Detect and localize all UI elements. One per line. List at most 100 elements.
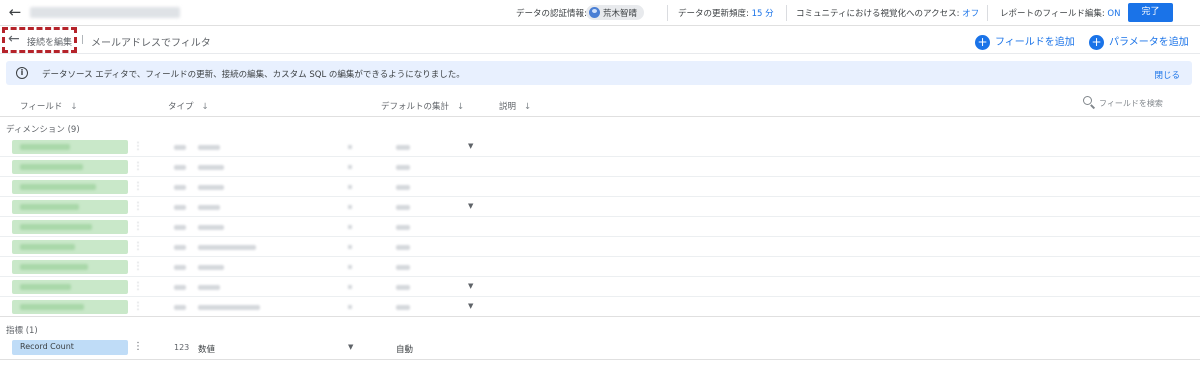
done-button[interactable]: 完了 <box>1128 3 1173 22</box>
column-header-field-label: フィールド <box>20 102 63 112</box>
type-dropdown-caret-icon[interactable] <box>348 145 352 149</box>
aggregation-value-blurred[interactable] <box>396 145 410 150</box>
more-vert-icon[interactable]: ⋮ <box>133 261 143 273</box>
aggregation-value-blurred[interactable] <box>396 265 410 270</box>
back-arrow-icon[interactable]: ← <box>6 3 24 21</box>
more-vert-icon[interactable]: ⋮ <box>133 221 143 233</box>
dimension-row[interactable]: ⋮ <box>0 237 1200 257</box>
dimension-row[interactable]: ⋮ <box>0 157 1200 177</box>
more-vert-icon[interactable]: ⋮ <box>133 341 143 353</box>
field-search-input[interactable] <box>1099 96 1189 110</box>
aggregation-dropdown-caret-icon[interactable]: ▼ <box>468 302 473 310</box>
add-field-button[interactable]: + フィールドを追加 <box>975 33 1075 50</box>
column-header-type[interactable]: タイプ ↓ <box>168 100 209 112</box>
credentials-chip[interactable]: 荒木智晴 <box>586 5 644 20</box>
aggregation-value-blurred[interactable] <box>396 305 410 310</box>
banner-close-link[interactable]: 閉じる <box>1154 69 1180 81</box>
more-vert-icon[interactable]: ⋮ <box>133 241 143 253</box>
credentials-user: 荒木智晴 <box>603 9 638 19</box>
plus-circle-icon: + <box>975 34 990 50</box>
aggregation-value-blurred[interactable] <box>396 165 410 170</box>
search-icon[interactable] <box>1083 96 1095 108</box>
type-icon-blurred <box>174 145 186 150</box>
column-header-description[interactable]: 説明 ↓ <box>499 100 531 112</box>
type-dropdown-caret-icon[interactable] <box>348 265 352 269</box>
field-name-blurred <box>20 304 84 310</box>
more-vert-icon[interactable]: ⋮ <box>133 141 143 153</box>
dimension-row[interactable]: ⋮ <box>0 257 1200 277</box>
type-value-blurred[interactable] <box>198 185 224 190</box>
type-dropdown-caret-icon[interactable] <box>348 225 352 229</box>
aggregation-value-blurred[interactable] <box>396 285 410 290</box>
metric-field-pill[interactable]: Record Count <box>12 340 128 355</box>
aggregation-value-blurred[interactable] <box>396 225 410 230</box>
type-dropdown-caret-icon[interactable] <box>348 285 352 289</box>
dimension-field-pill[interactable] <box>12 240 128 254</box>
community-access-label: コミュニティにおける視覚化へのアクセス: <box>796 9 960 19</box>
type-dropdown-caret-icon[interactable] <box>348 245 352 249</box>
type-value-blurred[interactable] <box>198 145 220 150</box>
column-header-default-aggregation[interactable]: デフォルトの集計 ↓ <box>381 100 464 112</box>
dimension-row[interactable]: ⋮ ▼ <box>0 137 1200 157</box>
type-value-blurred[interactable] <box>198 205 220 210</box>
dimension-field-pill[interactable] <box>12 220 128 234</box>
type-dropdown-caret-icon[interactable] <box>348 205 352 209</box>
aggregation-dropdown-caret-icon[interactable]: ▼ <box>468 202 473 210</box>
type-value-blurred[interactable] <box>198 165 224 170</box>
type-value-blurred[interactable] <box>198 225 224 230</box>
report-field-edit-value[interactable]: ON <box>1107 9 1120 19</box>
add-parameter-label: パラメータを追加 <box>1109 37 1189 48</box>
divider <box>786 5 787 21</box>
field-name-blurred <box>20 144 70 150</box>
dimension-row[interactable]: ⋮ <box>0 177 1200 197</box>
dimension-row[interactable]: ⋮ ▼ <box>0 197 1200 217</box>
dimension-row[interactable]: ⋮ ▼ <box>0 277 1200 297</box>
dimension-field-pill[interactable] <box>12 180 128 194</box>
type-dropdown-caret-icon[interactable]: ▼ <box>348 343 353 351</box>
dimension-field-pill[interactable] <box>12 160 128 174</box>
more-vert-icon[interactable]: ⋮ <box>133 201 143 213</box>
type-dropdown-caret-icon[interactable] <box>348 305 352 309</box>
community-access-value[interactable]: オフ <box>962 9 979 19</box>
aggregation-value-blurred[interactable] <box>396 245 410 250</box>
dimension-row[interactable]: ⋮ <box>0 217 1200 237</box>
field-name-blurred <box>20 224 92 230</box>
dimension-field-pill[interactable] <box>12 300 128 314</box>
metric-type[interactable]: 数値 <box>198 343 215 355</box>
add-parameter-button[interactable]: + パラメータを追加 <box>1089 33 1189 50</box>
dimension-field-pill[interactable] <box>12 280 128 294</box>
report-field-edit-setting[interactable]: レポートのフィールド編集: ON <box>1000 7 1120 19</box>
dimension-field-pill[interactable] <box>12 260 128 274</box>
dimension-field-pill[interactable] <box>12 200 128 214</box>
dimension-row[interactable]: ⋮ ▼ <box>0 297 1200 317</box>
type-dropdown-caret-icon[interactable] <box>348 185 352 189</box>
community-access-setting[interactable]: コミュニティにおける視覚化へのアクセス: オフ <box>796 7 979 19</box>
more-vert-icon[interactable]: ⋮ <box>133 181 143 193</box>
divider <box>987 5 988 21</box>
sort-arrow-icon: ↓ <box>524 102 532 112</box>
metric-row[interactable]: Record Count ⋮ 123 数値 ▼ 自動 <box>0 339 1200 359</box>
dimension-field-pill[interactable] <box>12 140 128 154</box>
type-value-blurred[interactable] <box>198 285 220 290</box>
type-icon-blurred <box>174 245 186 250</box>
aggregation-dropdown-caret-icon[interactable]: ▼ <box>468 282 473 290</box>
field-name-blurred <box>20 204 79 210</box>
type-dropdown-caret-icon[interactable] <box>348 165 352 169</box>
type-icon-blurred <box>174 185 186 190</box>
type-value-blurred[interactable] <box>198 265 224 270</box>
header-divider <box>0 116 1200 117</box>
metric-aggregation[interactable]: 自動 <box>396 343 413 355</box>
more-vert-icon[interactable]: ⋮ <box>133 301 143 313</box>
freshness-value[interactable]: 15 分 <box>752 9 774 19</box>
freshness-setting[interactable]: データの更新頻度: 15 分 <box>678 7 774 19</box>
column-header-field[interactable]: フィールド ↓ <box>20 100 77 112</box>
aggregation-dropdown-caret-icon[interactable]: ▼ <box>468 142 473 150</box>
type-value-blurred[interactable] <box>198 305 260 310</box>
more-vert-icon[interactable]: ⋮ <box>133 161 143 173</box>
aggregation-value-blurred[interactable] <box>396 185 410 190</box>
more-vert-icon[interactable]: ⋮ <box>133 281 143 293</box>
aggregation-value-blurred[interactable] <box>396 205 410 210</box>
column-header-description-label: 説明 <box>499 102 517 112</box>
metrics-section-label: 指標 (1) <box>6 326 38 336</box>
type-value-blurred[interactable] <box>198 245 256 250</box>
